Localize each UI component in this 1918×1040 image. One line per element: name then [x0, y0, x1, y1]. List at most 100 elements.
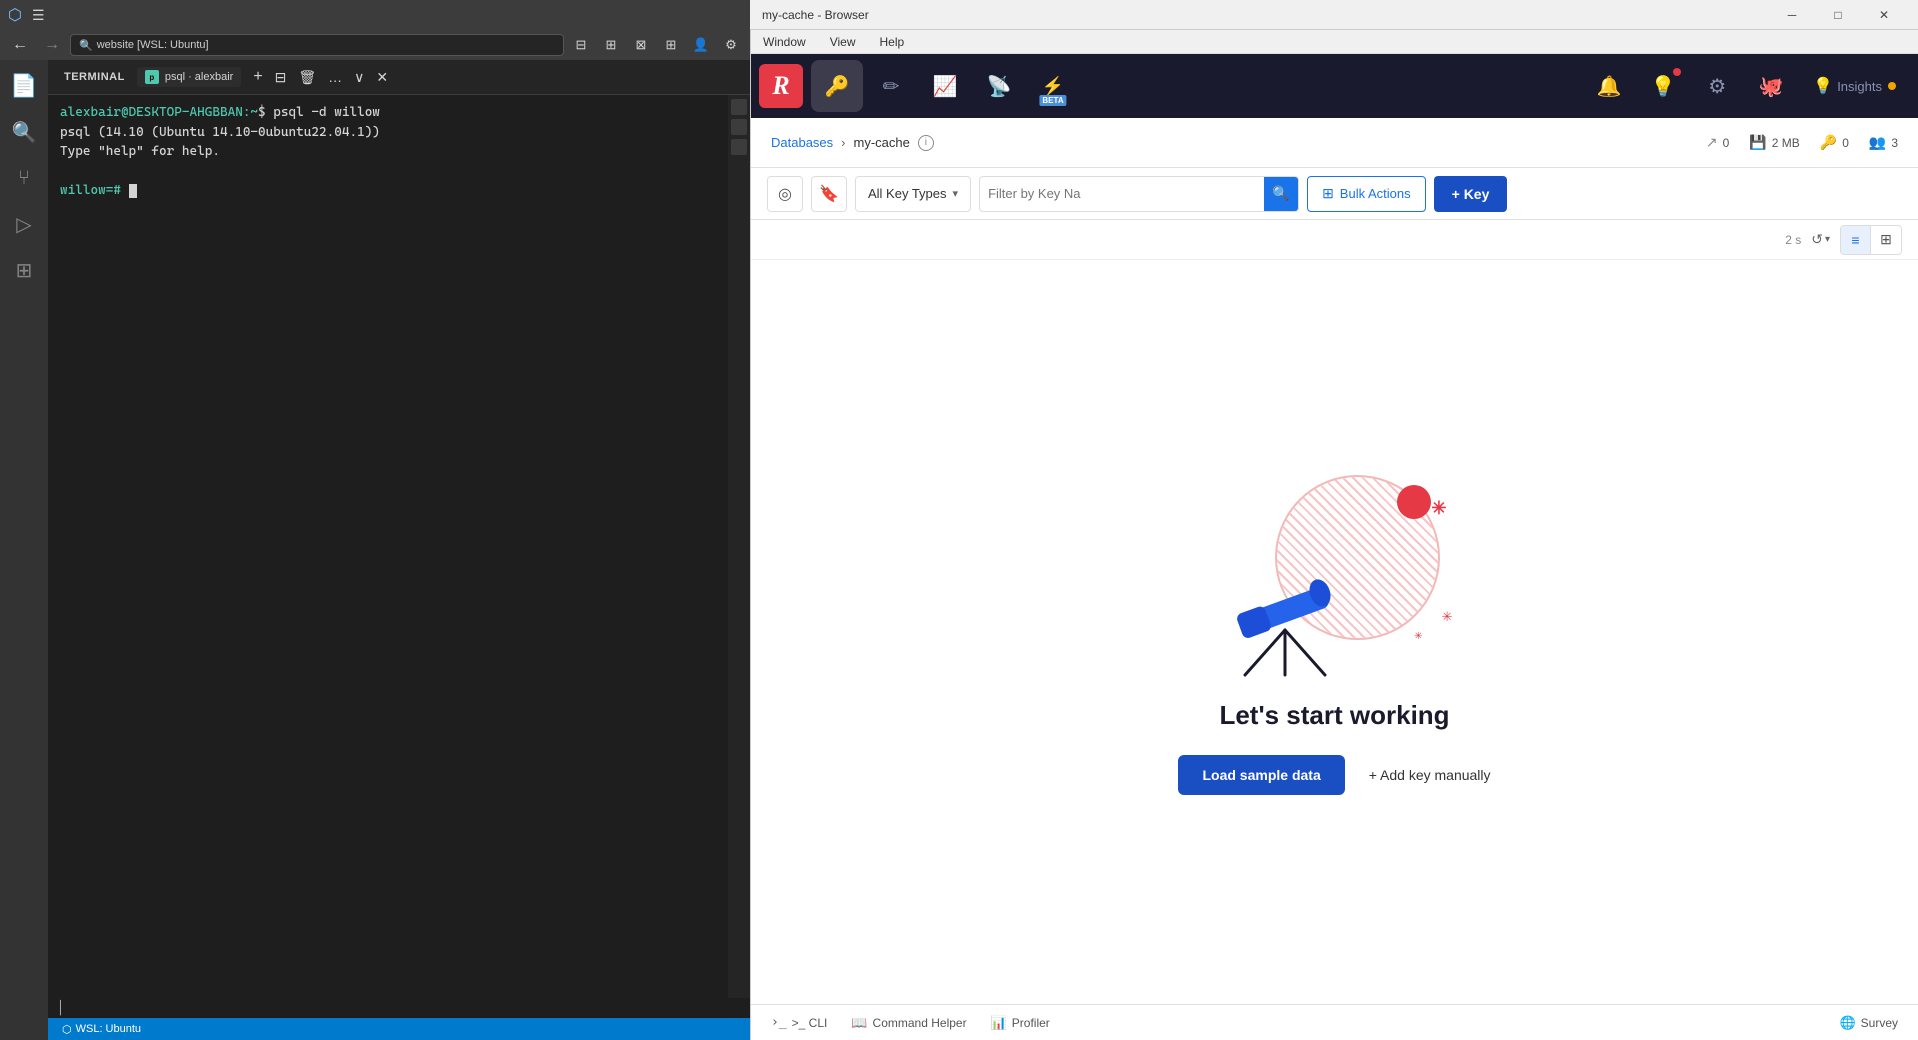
terminal-path: :~	[243, 105, 258, 120]
stat-clients: 👥 3	[1869, 134, 1898, 151]
bulk-actions-btn[interactable]: ⊞ Bulk Actions	[1307, 176, 1426, 212]
redis-toolbar: ◎ 🔖 All Key Types ▾ 🔍	[751, 168, 1918, 220]
activity-git-icon[interactable]: ⑂	[2, 156, 46, 200]
browser-close-btn[interactable]: ✕	[1862, 1, 1906, 29]
menu-window[interactable]: Window	[759, 33, 810, 51]
star-icon-1: ✳	[1431, 498, 1446, 519]
side-icon-1[interactable]	[731, 99, 747, 115]
side-icon-3[interactable]	[731, 139, 747, 155]
vscode-logo-icon: ⬡	[8, 5, 22, 25]
nav-settings-icon[interactable]: ⚙	[1691, 60, 1743, 112]
bulk-icon: ⊞	[1322, 185, 1334, 202]
forward-button[interactable]: →	[38, 31, 66, 59]
terminal-trash-btn[interactable]: 🗑	[294, 67, 320, 88]
nav-notifications-icon[interactable]: 🔔	[1583, 60, 1635, 112]
browser-minimize-btn[interactable]: ─	[1770, 1, 1814, 29]
insights-dot	[1888, 82, 1896, 90]
bookmark-btn[interactable]: 🔖	[811, 176, 847, 212]
nav-slowlog-icon[interactable]: ⚡ BETA	[1027, 60, 1079, 112]
nav-tips-icon[interactable]: 💡	[1637, 60, 1689, 112]
browser-win-buttons: ─ □ ✕	[1770, 1, 1906, 29]
breadcrumb-separator: ›	[841, 135, 845, 150]
list-view-toggle: ≡ ⊞	[1840, 225, 1902, 255]
browser-maximize-btn[interactable]: □	[1816, 1, 1860, 29]
vscode-layout-btn-4[interactable]: ⊞	[658, 32, 684, 58]
telescope-svg	[1215, 550, 1355, 680]
vscode-layout-btn-2[interactable]: ⊞	[598, 32, 624, 58]
clients-count: 3	[1891, 136, 1898, 150]
back-button[interactable]: ←	[6, 31, 34, 59]
menu-help[interactable]: Help	[875, 33, 908, 51]
survey-btn[interactable]: 🌐 Survey	[1831, 1011, 1906, 1035]
terminal-chevron-btn[interactable]: ∨	[350, 67, 368, 88]
nav-github-icon[interactable]: 🐙	[1745, 60, 1797, 112]
add-key-manual-link[interactable]: + Add key manually	[1369, 767, 1491, 783]
redis-logo[interactable]: R	[759, 64, 803, 108]
empty-actions: Load sample data + Add key manually	[1178, 755, 1490, 795]
keys-count: 0	[1842, 136, 1849, 150]
insights-button[interactable]: 💡 Insights	[1799, 68, 1910, 104]
remote-indicator[interactable]: ⬡ WSL: Ubuntu	[56, 1023, 147, 1036]
load-sample-btn[interactable]: Load sample data	[1178, 755, 1344, 795]
cli-btn[interactable]: ›_ >_ CLI	[763, 1011, 835, 1034]
browser-menubar: Window View Help	[751, 30, 1918, 54]
refresh-time: 2 s	[1785, 233, 1801, 247]
key-types-dropdown[interactable]: All Key Types ▾	[855, 176, 971, 212]
stat-connected: ↗ 0	[1706, 134, 1729, 151]
terminal-session-tab[interactable]: p psql · alexbair	[137, 67, 241, 87]
nav-pubsub-icon[interactable]: 📡	[973, 60, 1025, 112]
remote-icon: ⬡	[62, 1023, 72, 1036]
terminal-more-btn[interactable]: …	[324, 67, 346, 87]
terminal-close-btn[interactable]: ✕	[372, 67, 392, 88]
vscode-titlebar: ⬡ ☰	[0, 0, 750, 30]
activity-search-icon[interactable]: 🔍	[2, 110, 46, 154]
terminal-cursor	[129, 184, 137, 198]
redis-app: R 🔑 ✏ 📈 📡 ⚡ BETA 🔔 💡	[751, 54, 1918, 1040]
menu-view[interactable]: View	[826, 33, 860, 51]
breadcrumb-databases-link[interactable]: Databases	[771, 135, 833, 150]
browser-titlebar: my-cache - Browser ─ □ ✕	[750, 0, 1918, 30]
terminal-tabbar: TERMINAL p psql · alexbair + ⊟ 🗑 … ∨ ✕	[48, 60, 750, 95]
vscode-layout-btn-3[interactable]: ⊠	[628, 32, 654, 58]
activity-extensions-icon[interactable]: ⊞	[2, 248, 46, 292]
activity-debug-icon[interactable]: ▷	[2, 202, 46, 246]
vscode-layout-btn-1[interactable]: ⊟	[568, 32, 594, 58]
chevron-refresh-icon: ▾	[1825, 234, 1830, 245]
vscode-addressbar[interactable]: 🔍 website [WSL: Ubuntu]	[70, 34, 564, 56]
terminal-user: alexbair@DESKTOP-AHGBBAN	[60, 105, 243, 120]
terminal-cmd: psql -d willow	[273, 105, 380, 120]
memory-icon: 💾	[1749, 134, 1766, 151]
list-view-btn[interactable]: ≡	[1841, 226, 1871, 254]
activity-explorer-icon[interactable]: 📄	[2, 64, 46, 108]
breadcrumb-info-btn[interactable]: i	[918, 135, 934, 151]
filter-input-field[interactable]	[980, 186, 1264, 201]
terminal-split-btn[interactable]: ⊟	[271, 67, 291, 88]
insights-bulb-icon: 💡	[1813, 76, 1833, 96]
command-helper-btn[interactable]: 📖 Command Helper	[843, 1011, 974, 1035]
terminal-side-icons	[728, 95, 750, 998]
browser-panel: Window View Help R 🔑 ✏ 📈 📡	[750, 30, 1918, 1040]
vscode-navbar: ← → 🔍 website [WSL: Ubuntu] ⊟ ⊞ ⊠ ⊞ 👤 ⚙	[0, 30, 750, 60]
nav-databases-icon[interactable]: 🔑	[811, 60, 863, 112]
terminal-add-btn[interactable]: +	[249, 66, 266, 88]
nav-analytics-icon[interactable]: 📈	[919, 60, 971, 112]
breadcrumb-bar: Databases › my-cache i ↗ 0 💾	[751, 118, 1918, 168]
vscode-settings-icon[interactable]: ⚙	[718, 32, 744, 58]
filter-search-btn[interactable]: 🔍	[1264, 177, 1298, 211]
side-icon-2[interactable]	[731, 119, 747, 135]
empty-title: Let's start working	[1219, 700, 1449, 731]
vscode-hamburger-icon[interactable]: ☰	[28, 5, 49, 26]
filter-mode-btn[interactable]: ◎	[767, 176, 803, 212]
profiler-btn[interactable]: 📊 Profiler	[983, 1011, 1058, 1035]
add-key-btn[interactable]: + Key	[1434, 176, 1508, 212]
terminal-label: TERMINAL	[56, 67, 133, 87]
grid-view-btn[interactable]: ⊞	[1871, 226, 1901, 254]
survey-label: Survey	[1861, 1016, 1898, 1030]
search-icon: 🔍	[79, 39, 93, 52]
vscode-user-icon[interactable]: 👤	[688, 32, 714, 58]
refresh-btn[interactable]: ↺ ▾	[1807, 229, 1834, 250]
terminal-output[interactable]: alexbair@DESKTOP-AHGBBAN:~$ psql -d will…	[48, 95, 728, 998]
nav-edit-icon[interactable]: ✏	[865, 60, 917, 112]
insights-label: Insights	[1837, 79, 1882, 94]
logo-letter: R	[772, 71, 789, 101]
